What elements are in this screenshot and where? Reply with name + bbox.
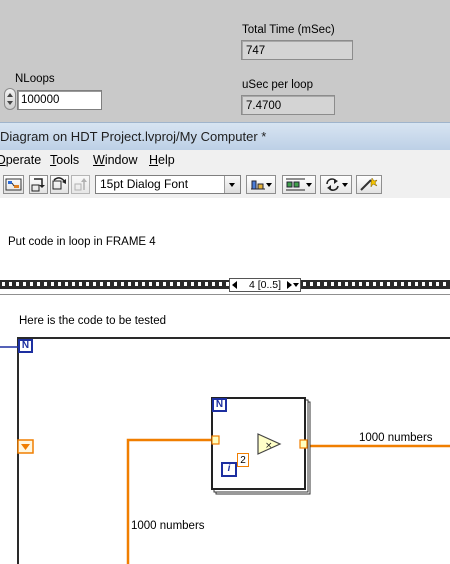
step-out-icon[interactable] bbox=[71, 175, 90, 194]
nloops-label: NLoops bbox=[15, 73, 55, 85]
window-title: Diagram on HDT Project.lvproj/My Compute… bbox=[0, 129, 267, 144]
nloops-input[interactable]: 100000 bbox=[17, 90, 102, 110]
frame-selector[interactable]: 4 [0..5] bbox=[229, 278, 301, 292]
sequence-film-strip[interactable] bbox=[0, 274, 450, 294]
step-into-icon[interactable] bbox=[29, 175, 48, 194]
menu-tools[interactable]: Tools bbox=[50, 153, 79, 167]
chevron-down-icon bbox=[306, 183, 312, 187]
outer-loop-count-terminal[interactable]: N bbox=[18, 339, 33, 353]
nloops-increment-decrement-icon[interactable] bbox=[4, 88, 16, 110]
diagram-graphics: × bbox=[0, 294, 450, 564]
frame-selector-label: 4 [0..5] bbox=[248, 279, 282, 291]
svg-text:×: × bbox=[265, 441, 273, 451]
chevron-down-icon bbox=[224, 176, 240, 193]
menu-window[interactable]: Window bbox=[93, 153, 137, 167]
usec-per-loop-indicator: 7.4700 bbox=[241, 95, 335, 115]
frame-dropdown-icon[interactable] bbox=[293, 283, 299, 287]
window-title-bar[interactable]: Diagram on HDT Project.lvproj/My Compute… bbox=[0, 122, 450, 150]
usec-per-loop-label: uSec per loop bbox=[242, 79, 313, 91]
total-time-label: Total Time (mSec) bbox=[242, 24, 335, 36]
reorder-dropdown[interactable] bbox=[320, 175, 352, 194]
step-over-icon[interactable] bbox=[50, 175, 69, 194]
front-panel: Total Time (mSec) 747 NLoops 100000 uSec… bbox=[0, 0, 450, 122]
output-wire-label: 1000 numbers bbox=[359, 432, 433, 444]
align-objects-dropdown[interactable] bbox=[246, 175, 276, 194]
iteration-terminal[interactable]: i bbox=[221, 462, 237, 477]
chevron-down-icon bbox=[342, 183, 348, 187]
multiplier-constant[interactable]: 2 bbox=[237, 453, 249, 467]
menu-operate[interactable]: Operate bbox=[0, 153, 41, 167]
menu-help[interactable]: Help bbox=[149, 153, 175, 167]
inner-loop-count-terminal[interactable]: N bbox=[212, 398, 227, 412]
total-time-indicator: 747 bbox=[241, 40, 353, 60]
previous-frame-icon[interactable] bbox=[232, 281, 237, 289]
input-wire-label: 1000 numbers bbox=[131, 520, 205, 532]
next-frame-icon[interactable] bbox=[287, 281, 292, 289]
menu-bar: Operate Tools Window Help bbox=[0, 150, 450, 172]
font-dropdown[interactable]: 15pt Dialog Font bbox=[95, 175, 241, 194]
chevron-down-icon bbox=[266, 183, 272, 187]
toolbar: 15pt Dialog Font bbox=[0, 172, 450, 199]
font-dropdown-value: 15pt Dialog Font bbox=[100, 177, 189, 191]
clean-up-diagram-icon[interactable] bbox=[3, 175, 24, 194]
diagram-comment: Put code in loop in FRAME 4 bbox=[8, 236, 156, 248]
distribute-objects-dropdown[interactable] bbox=[282, 175, 316, 194]
cleanup-wand-icon[interactable] bbox=[356, 175, 382, 194]
